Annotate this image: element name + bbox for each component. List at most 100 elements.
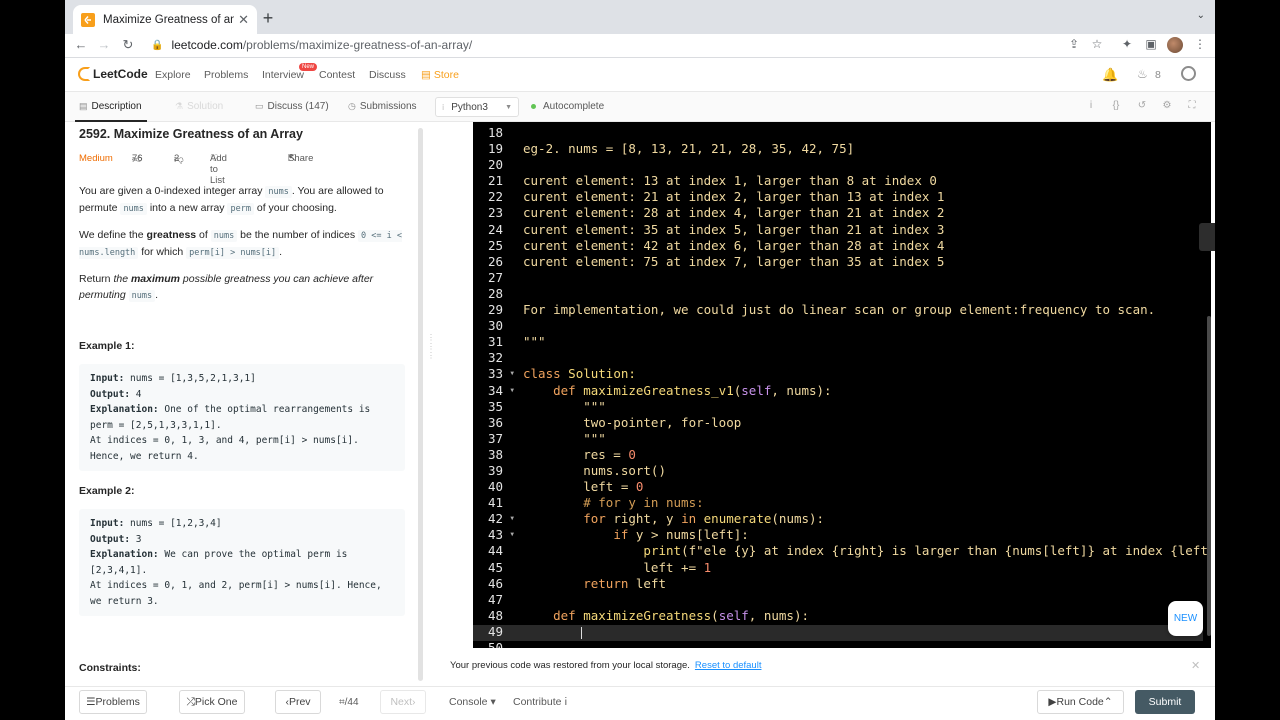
label: Output: xyxy=(90,533,131,545)
nav-interview[interactable]: Interview xyxy=(262,69,304,81)
contribute-link[interactable]: Contribute ⅰ xyxy=(513,696,567,708)
braces-icon[interactable]: {} xyxy=(1109,100,1123,111)
code-line: """ xyxy=(523,430,606,446)
code-line: if y > nums[left]: xyxy=(613,527,749,543)
close-tab-icon[interactable]: ✕ xyxy=(238,12,249,28)
address-bar-row: ← → ↻ 🔒 leetcode.com/problems/maximize-g… xyxy=(65,34,1215,58)
pick-one-button[interactable]: ⤮ Pick One xyxy=(179,690,245,714)
back-icon[interactable]: ← xyxy=(72,37,90,52)
fold-arrow-icon[interactable]: ▼ xyxy=(510,527,514,543)
fold-arrow-icon[interactable]: ▼ xyxy=(510,511,514,527)
submit-button[interactable]: Submit xyxy=(1135,690,1195,714)
value: 3 xyxy=(130,533,142,545)
console-toggle[interactable]: Console ▾ xyxy=(449,696,496,708)
label: Output: xyxy=(90,388,131,400)
streak-fire-icon[interactable]: ♨ xyxy=(1137,67,1148,81)
fold-arrow-icon[interactable]: ▼ xyxy=(510,366,514,382)
prev-button[interactable]: ‹ Prev xyxy=(275,690,321,714)
code-line: def maximizeGreatness(self, nums): xyxy=(553,607,810,623)
value: nums = [1,2,3,4] xyxy=(124,518,222,529)
code-line: def maximizeGreatness_v1(self, nums): xyxy=(553,382,832,398)
url-field[interactable]: 🔒 leetcode.com/problems/maximize-greatne… xyxy=(145,34,1085,56)
extensions-icon[interactable]: ✦ xyxy=(1118,37,1136,51)
next-button[interactable]: Next › xyxy=(380,690,426,714)
tab-submissions[interactable]: ◷ Submissions xyxy=(348,101,417,112)
new-feature-button[interactable]: NEW xyxy=(1168,601,1203,636)
tab-search-chevron-icon[interactable]: ⌄ xyxy=(1197,10,1205,21)
code-content[interactable]: eg-2. nums = [8, 13, 21, 21, 28, 35, 42,… xyxy=(523,125,1211,648)
code-line: """ xyxy=(523,334,546,350)
run-code-label: Run Code xyxy=(1056,696,1104,708)
settings-icon[interactable]: ⚙ xyxy=(1160,100,1174,111)
logo-text: LeetCode xyxy=(93,67,148,81)
info-icon[interactable]: ⅰ xyxy=(1084,100,1098,111)
url-path: /problems/maximize-greatness-of-an-array… xyxy=(242,38,473,52)
text: be the number of indices xyxy=(237,229,359,241)
side-drawer-handle[interactable] xyxy=(1199,223,1215,251)
leetcode-logo-icon xyxy=(78,67,90,81)
reload-icon[interactable]: ↻ xyxy=(119,37,137,53)
leetcode-logo[interactable]: LeetCode xyxy=(78,67,148,81)
code-editor[interactable]: 18 19 20 21 22 23 24 25 26 27 28 29 30 31 32 33 ▼ 34 ▼ 35 36… xyxy=(473,122,1211,648)
constraints-heading: Constraints: xyxy=(79,662,141,674)
text: . xyxy=(279,246,283,258)
nav-store[interactable]: ▤ Store xyxy=(421,69,459,81)
problems-list-button[interactable]: ☰ Problems xyxy=(79,690,147,714)
leetcode-favicon-icon xyxy=(81,12,95,27)
reset-to-default-link[interactable]: Reset to default xyxy=(695,660,762,671)
share-page-icon[interactable]: ⇪ xyxy=(1065,37,1083,51)
nav-problems[interactable]: Problems xyxy=(204,69,248,81)
language-label: Python3 xyxy=(451,101,488,113)
line-number: 20 xyxy=(487,157,503,173)
tab-discuss[interactable]: ▭ Discuss (147) xyxy=(255,101,329,112)
user-avatar-icon[interactable] xyxy=(1181,66,1196,81)
inline-code: nums xyxy=(128,290,156,302)
nav-explore[interactable]: Explore xyxy=(155,69,191,81)
text: We define the xyxy=(79,229,147,241)
editor-scrollbar[interactable] xyxy=(1207,316,1211,636)
forward-icon[interactable]: → xyxy=(95,37,113,52)
profile-avatar[interactable] xyxy=(1167,37,1183,53)
autocomplete-toggle[interactable]: Autocomplete xyxy=(531,101,604,112)
run-code-button[interactable]: ▶ Run Code ⌃ xyxy=(1037,690,1124,714)
inline-code: nums xyxy=(120,203,147,215)
problem-meta: Medium 👍︎ 76 👎︎ 2 ♡ Add to List ⇱ Share xyxy=(79,153,405,186)
fold-arrow-icon[interactable]: ▼ xyxy=(510,383,514,399)
tab-solution-label: Solution xyxy=(187,101,224,112)
line-number: 44 xyxy=(487,543,503,559)
reset-icon[interactable]: ↺ xyxy=(1135,100,1149,111)
line-number: 32 xyxy=(487,350,503,366)
close-icon[interactable]: ✕ xyxy=(1191,659,1200,672)
problem-panel: ▤ Description ⚗ Solution ▭ Discuss (147) ◷ S… xyxy=(65,92,433,686)
new-tab-button[interactable]: + xyxy=(258,8,278,29)
clock-icon: ◷ xyxy=(348,101,356,111)
difficulty-badge: Medium xyxy=(79,153,113,164)
restore-notice: Your previous code was restored from you… xyxy=(433,655,1215,676)
share-label: Share xyxy=(288,153,314,164)
description-scrollbar[interactable] xyxy=(418,128,423,681)
browser-tab[interactable]: Maximize Greatness of an Array ✕ xyxy=(73,5,257,34)
tab-solution[interactable]: ⚗ Solution xyxy=(175,101,223,112)
example-line: At indices = 0, 1, 3, and 4, perm[i] > n… xyxy=(90,435,359,446)
page-counter: ⌗/44 xyxy=(339,697,359,708)
fullscreen-icon[interactable]: ⛶ xyxy=(1185,100,1199,111)
tab-description[interactable]: ▤ Description xyxy=(79,101,142,112)
nav-discuss[interactable]: Discuss xyxy=(369,69,406,81)
line-number: 49 xyxy=(487,623,503,639)
lock-icon: 🔒 xyxy=(151,39,164,51)
bookmark-star-icon[interactable]: ☆ xyxy=(1088,37,1106,51)
restore-message: Your previous code was restored from you… xyxy=(450,660,690,671)
line-number: 27 xyxy=(487,269,503,285)
side-panel-icon[interactable]: ▣ xyxy=(1142,37,1160,51)
code-line: curent element: 42 at index 6, larger th… xyxy=(523,237,945,253)
inline-code: perm xyxy=(227,203,254,215)
nav-contest[interactable]: Contest xyxy=(319,69,355,81)
example-line: Input: nums = [1,2,3,4] xyxy=(90,516,394,532)
streak-count: 8 xyxy=(1155,69,1161,81)
browser-menu-icon[interactable]: ⋮ xyxy=(1191,37,1209,51)
notification-bell-icon[interactable]: 🔔 xyxy=(1102,67,1118,83)
chevron-down-icon: ▾ xyxy=(487,696,496,708)
language-select[interactable]: ⅰ Python3 ▼ xyxy=(435,97,519,117)
